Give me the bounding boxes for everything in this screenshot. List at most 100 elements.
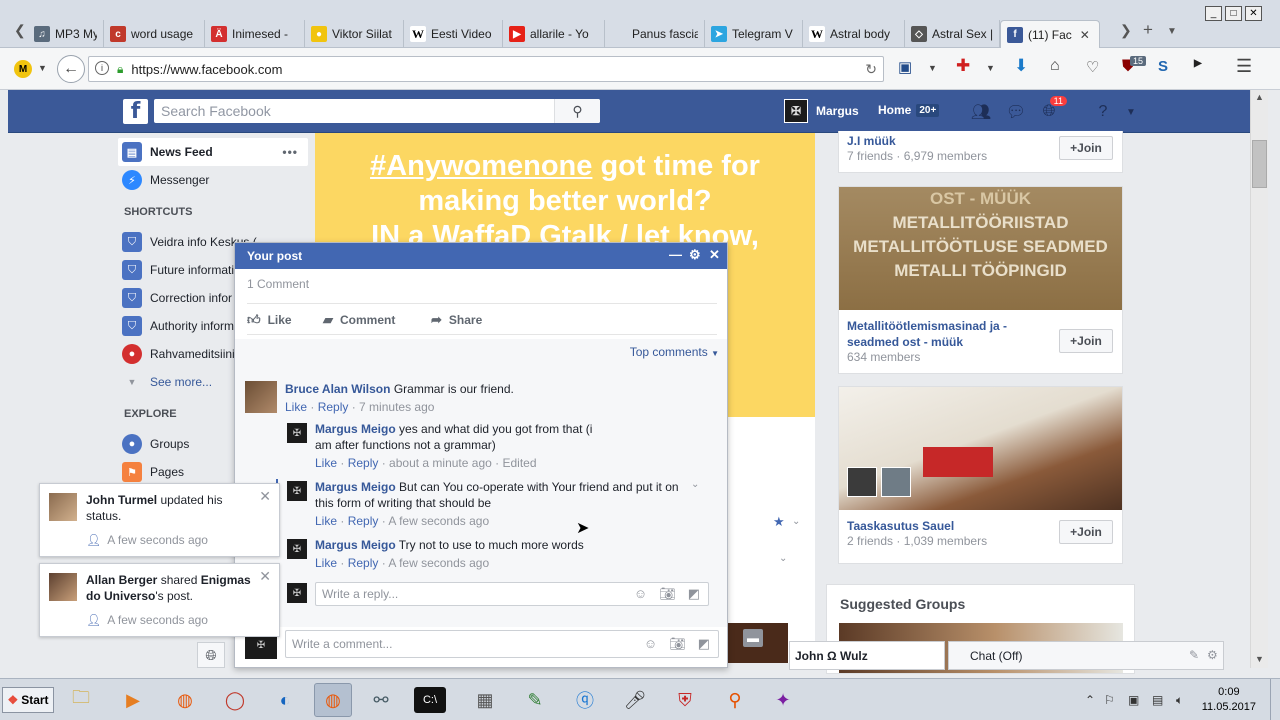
browser-tab[interactable]: ◇ Astral Sex |	[905, 20, 1000, 48]
tray-app-icon[interactable]: ▣	[1128, 693, 1139, 707]
download-icon[interactable]: ⬇	[1014, 56, 1028, 76]
browser-tab[interactable]: ▶ allarile - Yo	[503, 20, 605, 48]
close-icon[interactable]: ✕	[259, 488, 271, 504]
tabs-scroll-left-icon[interactable]: ❮	[14, 22, 26, 39]
comment-box[interactable]: ☺ 📷︎ ◩	[285, 630, 719, 658]
sidebar-item-messenger[interactable]: ⚡︎ Messenger	[118, 166, 308, 194]
gear-icon[interactable]: ⚙	[689, 247, 701, 263]
comment-reply-link[interactable]: Reply	[348, 514, 379, 528]
commenter-name-link[interactable]: Margus Meigo	[315, 538, 396, 552]
group-cover-image[interactable]	[839, 387, 1122, 510]
replier-avatar[interactable]: ✠	[287, 539, 307, 559]
youtube-addon-icon[interactable]: ▶	[1194, 58, 1202, 69]
replier-avatar[interactable]: ✠	[287, 423, 307, 443]
site-info-icon[interactable]: i	[95, 61, 109, 75]
back-icon[interactable]: ←	[57, 55, 85, 83]
account-menu-chevron-icon[interactable]: ▼	[1120, 101, 1142, 123]
join-group-button[interactable]: + Join	[1059, 520, 1113, 544]
group-cover-image[interactable]: OST - MÜÜK METALLITÖÖRIISTAD METALLITÖÖT…	[839, 187, 1122, 310]
emoji-icon[interactable]: ☺	[634, 586, 647, 602]
messages-icon[interactable]: 💬︎	[1005, 101, 1027, 123]
quick-help-icon[interactable]: ?	[1092, 101, 1114, 123]
browser-tab[interactable]: W Astral body	[803, 20, 905, 48]
close-window-icon[interactable]: ✕	[1245, 6, 1262, 21]
more-options-icon[interactable]: •••	[282, 145, 298, 159]
scroll-up-icon[interactable]: ▲	[1255, 92, 1264, 102]
browser-tab[interactable]: ♫ MP3 My M	[28, 20, 104, 48]
comment-time[interactable]: A few seconds ago	[388, 556, 489, 570]
commenter-name-link[interactable]: Bruce Alan Wilson	[285, 382, 390, 396]
popup-header[interactable]: Your post — ⚙ ✕	[235, 243, 727, 269]
camera-icon[interactable]: 📷︎	[659, 586, 676, 602]
chat-sidebar-toggle[interactable]: Chat (Off) ✎ ⚙	[948, 641, 1224, 670]
new-message-icon[interactable]: ✎	[1189, 648, 1199, 662]
chevron-down-icon[interactable]: ⌄	[792, 516, 800, 527]
browser-tab[interactable]: W Eesti Video	[404, 20, 503, 48]
comment-time[interactable]: 7 minutes ago	[359, 400, 434, 414]
close-icon[interactable]: ✕	[709, 247, 720, 263]
new-tab-icon[interactable]: +	[1143, 20, 1153, 40]
hashtag-link[interactable]: #Anywomenone	[370, 150, 592, 182]
browser-tab[interactable]: Panus fasciatus	[605, 20, 705, 48]
replier-avatar[interactable]: ✠	[287, 481, 307, 501]
star-icon[interactable]: ★	[773, 514, 785, 530]
firefox-active-icon[interactable]: ◍	[314, 683, 352, 717]
volume-icon[interactable]: 🔈︎	[1176, 693, 1183, 708]
group-name-link[interactable]: J.I müük	[847, 133, 896, 149]
notepad-plus-icon[interactable]: ✎	[516, 683, 554, 717]
comment-reply-link[interactable]: Reply	[348, 456, 379, 470]
comment-time[interactable]: A few seconds ago	[388, 514, 489, 528]
profile-link[interactable]: ✠ Margus	[784, 99, 859, 123]
comment-like-link[interactable]: Like	[285, 400, 307, 414]
edited-label[interactable]: Edited	[502, 456, 536, 470]
microphone-icon[interactable]: 🎤︎	[616, 683, 654, 717]
command-prompt-icon[interactable]: C:\	[414, 687, 446, 713]
comment-reply-link[interactable]: Reply	[348, 556, 379, 570]
calculator-icon[interactable]: ▦	[466, 683, 504, 717]
security-shield-icon[interactable]: ⛨	[666, 683, 704, 717]
sticker-icon[interactable]: ◩	[688, 586, 700, 602]
sticker-icon[interactable]: ◩	[698, 636, 710, 652]
browser-tab[interactable]: ➤ Telegram V	[705, 20, 803, 48]
search-tool-icon[interactable]: ⚲	[716, 683, 754, 717]
notification-toast[interactable]: Allan Berger shared Enigmas do Universo'…	[39, 563, 280, 637]
network-tool-icon[interactable]: ⚯	[362, 683, 400, 717]
addon-m-icon[interactable]: M	[14, 60, 32, 78]
scroll-down-icon[interactable]: ▼	[1255, 654, 1264, 664]
url-bar[interactable]: i 🔒︎ https://www.facebook.com ↻	[88, 56, 884, 82]
top-comments-dropdown[interactable]: Top comments ▼	[630, 345, 719, 359]
browser-tab[interactable]: Ä Inimesed -	[205, 20, 305, 48]
s-addon-icon[interactable]: S	[1158, 58, 1168, 75]
system-clock[interactable]: 0:09 11.05.2017	[1202, 685, 1256, 715]
addon-menu-chevron-icon[interactable]: ▼	[986, 63, 995, 73]
page-scrollbar[interactable]: ▲ ▼	[1250, 90, 1268, 668]
hamburger-menu-icon[interactable]: ☰	[1236, 56, 1252, 77]
comment-button[interactable]: ▰ Comment	[323, 312, 395, 328]
search-icon[interactable]: ⚲	[554, 99, 600, 123]
opera-icon[interactable]: ◯	[216, 683, 254, 717]
home-icon[interactable]: ⌂	[1050, 57, 1060, 75]
show-desktop-button[interactable]	[1270, 679, 1280, 720]
comment-like-link[interactable]: Like	[315, 514, 337, 528]
browser-tab[interactable]: ● Viktor Siilat	[305, 20, 404, 48]
join-group-button[interactable]: + Join	[1059, 136, 1113, 160]
save-menu-chevron-icon[interactable]: ▼	[928, 63, 937, 73]
url-text[interactable]: https://www.facebook.com	[131, 62, 282, 77]
share-button[interactable]: ➦ Share	[431, 312, 482, 328]
reload-icon[interactable]: ↻	[865, 61, 877, 78]
color-app-icon[interactable]: ✦	[764, 683, 802, 717]
action-center-flag-icon[interactable]: ⚐	[1104, 693, 1115, 707]
qbittorrent-icon[interactable]: ⓠ	[566, 683, 604, 717]
group-name-link[interactable]: Taaskasutus Sauel	[847, 518, 954, 534]
home-link[interactable]: Home 20+	[878, 103, 940, 117]
group-name-link[interactable]: Metallitöötlemismasinad ja -seadmed ost …	[847, 318, 1027, 350]
facebook-logo-icon[interactable]: f	[123, 99, 148, 124]
chat-tab[interactable]: John Ω Wulz	[789, 641, 945, 670]
notification-toast[interactable]: John Turmel updated his status. 👤︎ A few …	[39, 483, 280, 557]
reply-box[interactable]: ☺ 📷︎ ◩	[315, 582, 709, 606]
commenter-avatar[interactable]	[245, 381, 277, 413]
search-box[interactable]: ⚲	[154, 99, 600, 123]
minimize-window-icon[interactable]: _	[1205, 6, 1222, 21]
join-group-button[interactable]: + Join	[1059, 329, 1113, 353]
browser-tab[interactable]: c word usage	[104, 20, 205, 48]
